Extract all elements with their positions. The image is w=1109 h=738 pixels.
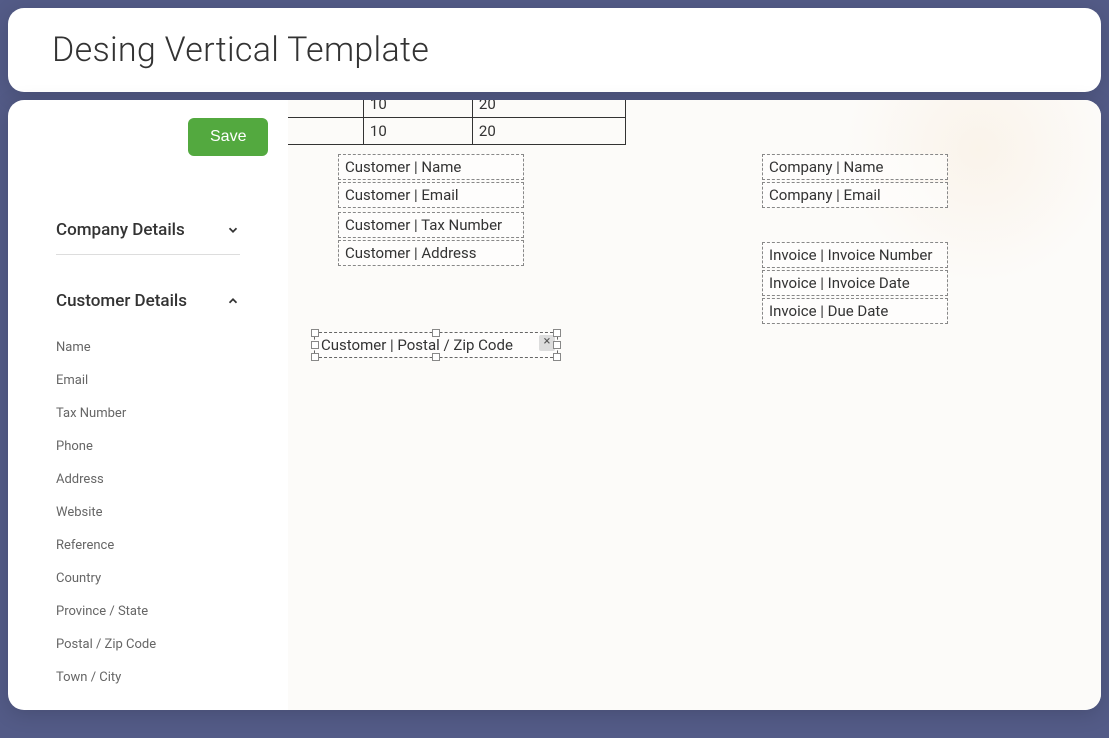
sidebar-item-phone[interactable]: Phone bbox=[56, 430, 240, 463]
table-row[interactable]: Item name21020 bbox=[288, 100, 626, 118]
field-customer-address[interactable]: Customer | Address bbox=[338, 240, 524, 266]
accordion-title-company: Company Details bbox=[56, 220, 185, 240]
field-customer-email[interactable]: Customer | Email bbox=[338, 182, 524, 208]
field-company-email[interactable]: Company | Email bbox=[762, 182, 948, 208]
field-customer-postal-selected[interactable]: Customer | Postal / Zip Code × bbox=[314, 332, 558, 358]
resize-handle-w[interactable] bbox=[311, 341, 319, 349]
field-invoice-date[interactable]: Invoice | Invoice Date bbox=[762, 270, 948, 296]
sidebar-item-reference[interactable]: Reference bbox=[56, 529, 240, 562]
field-invoice-number[interactable]: Invoice | Invoice Number bbox=[762, 242, 948, 268]
sidebar-item-email[interactable]: Email bbox=[56, 364, 240, 397]
resize-handle-nw[interactable] bbox=[311, 329, 319, 337]
sidebar-item-tax-number[interactable]: Tax Number bbox=[56, 397, 240, 430]
resize-handle-s[interactable] bbox=[432, 353, 440, 361]
accordion-customer-details[interactable]: Customer Details bbox=[56, 277, 240, 325]
resize-handle-sw[interactable] bbox=[311, 353, 319, 361]
sidebar-item-country[interactable]: Country bbox=[56, 562, 240, 595]
save-button[interactable]: Save bbox=[188, 118, 268, 156]
main-card: Save Company Details Customer Details Na… bbox=[8, 100, 1101, 710]
resize-handle-n[interactable] bbox=[432, 329, 440, 337]
sidebar-item-postal-zip[interactable]: Postal / Zip Code bbox=[56, 628, 240, 661]
resize-handle-se[interactable] bbox=[553, 353, 561, 361]
chevron-up-icon bbox=[226, 294, 240, 308]
sidebar-item-website[interactable]: Website bbox=[56, 496, 240, 529]
sidebar: Save Company Details Customer Details Na… bbox=[8, 100, 288, 710]
sidebar-item-address[interactable]: Address bbox=[56, 463, 240, 496]
field-customer-postal-label: Customer | Postal / Zip Code bbox=[321, 336, 513, 354]
field-due-date[interactable]: Invoice | Due Date bbox=[762, 298, 948, 324]
accordion-title-customer: Customer Details bbox=[56, 291, 187, 311]
customer-field-list: Name Email Tax Number Phone Address Webs… bbox=[56, 325, 240, 694]
page-title: Desing Vertical Template bbox=[52, 30, 1057, 70]
template-canvas[interactable]: Customer | Name Customer | Email Custome… bbox=[288, 100, 1101, 710]
resize-handle-ne[interactable] bbox=[553, 329, 561, 337]
sidebar-item-name[interactable]: Name bbox=[56, 331, 240, 364]
table-row[interactable]: Item name21020 bbox=[288, 118, 626, 145]
field-customer-name[interactable]: Customer | Name bbox=[338, 154, 524, 180]
accordion-company-details[interactable]: Company Details bbox=[56, 206, 240, 255]
sidebar-item-province-state[interactable]: Province / State bbox=[56, 595, 240, 628]
resize-handle-e[interactable] bbox=[553, 341, 561, 349]
field-company-name[interactable]: Company | Name bbox=[762, 154, 948, 180]
items-table[interactable]: Name Quantity Price Amount Item name2102… bbox=[288, 100, 626, 145]
field-customer-tax[interactable]: Customer | Tax Number bbox=[338, 212, 524, 238]
chevron-down-icon bbox=[226, 223, 240, 237]
sidebar-item-town-city[interactable]: Town / City bbox=[56, 661, 240, 694]
header-card: Desing Vertical Template bbox=[8, 8, 1101, 92]
